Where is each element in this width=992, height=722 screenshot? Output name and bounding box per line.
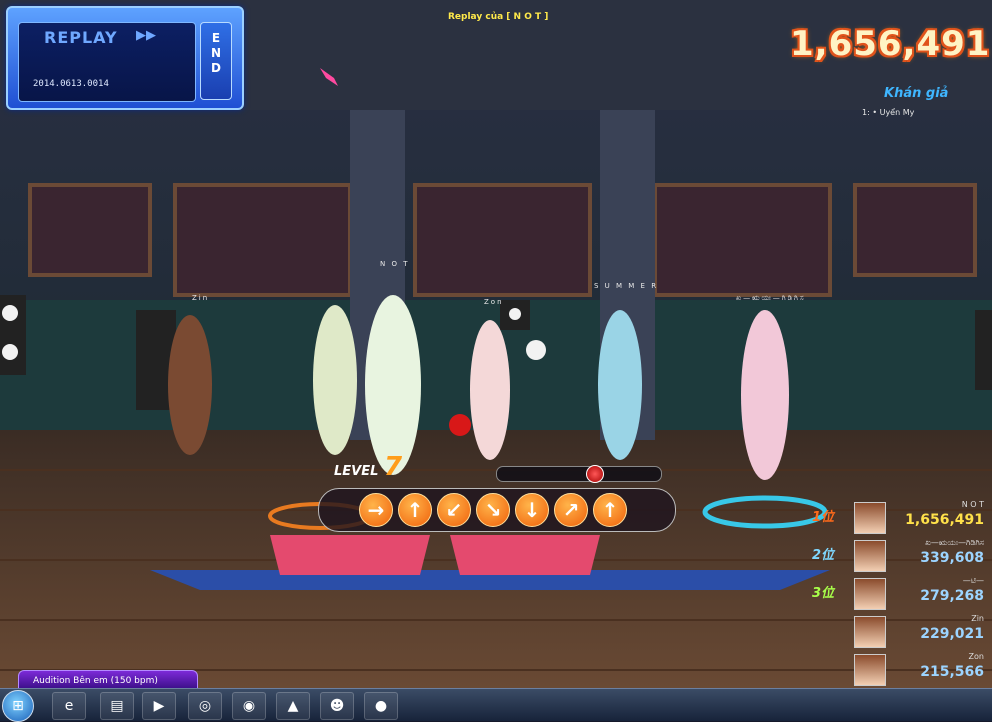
audition-icon[interactable]: ▲: [276, 692, 310, 720]
ie-icon[interactable]: e: [52, 692, 86, 720]
arrow-key-5: ↓: [515, 493, 549, 527]
player-avatar: [854, 654, 886, 686]
arrow-key-4: ↘: [476, 493, 510, 527]
arrow-key-2: ↑: [398, 493, 432, 527]
song-tooltip: Audition Bên em (150 bpm): [18, 670, 198, 690]
player-tag-zin: Zin: [192, 294, 210, 302]
app-icon[interactable]: ◎: [188, 692, 222, 720]
rank-player-score: 229,021: [920, 626, 984, 642]
rank-player-name: ಖ—ಋಯಃ—ಗಿಡಿಗಿಸ: [925, 538, 984, 547]
taskbar: ⊞ e ▤ ▶ ◎ ◉ ▲ ☻ ●: [0, 688, 992, 722]
ranking-row: 2位 ಖ—ಋಯಃ—ಗಿಡಿಗಿಸ 339,608: [808, 538, 992, 574]
arrow-key-6: ↗: [554, 493, 588, 527]
avatar-app-icon[interactable]: ☻: [320, 692, 354, 720]
arrow-key-3: ↙: [437, 493, 471, 527]
audience-item: 1: • Uyển My: [862, 108, 915, 117]
end-letter-e: E: [211, 31, 221, 45]
total-score: 1,656,491: [790, 24, 991, 64]
level-label: LEVEL: [334, 464, 379, 479]
player-avatar: [854, 616, 886, 648]
player-avatar: [854, 540, 886, 572]
rank-player-score: 1,656,491: [905, 512, 984, 528]
windows-start-icon[interactable]: ⊞: [2, 690, 34, 722]
ranking-row: 1位 N O T 1,656,491: [808, 500, 992, 536]
chrome-icon[interactable]: ◉: [232, 692, 266, 720]
player-tag-5: ಖ—ಋಯಃ—ಗಿಡಿಗಿಸ: [736, 294, 806, 302]
player-tag-summer: S U M M E R: [594, 282, 659, 290]
song-progress-knob: [585, 465, 604, 483]
replay-panel: 2014.0613.0014 REPLAY ▶▶ E N D: [6, 6, 244, 110]
rank-badge: 2位: [812, 548, 835, 563]
rank-player-score: 279,268: [920, 588, 984, 604]
explorer-icon[interactable]: ▤: [100, 692, 134, 720]
end-letter-n: N: [210, 46, 222, 60]
player-avatar: [854, 502, 886, 534]
rank-player-name: N O T: [961, 500, 984, 509]
rank-player-name: Zin: [971, 614, 984, 623]
rank-player-score: 215,566: [920, 664, 984, 680]
player-avatar: [854, 578, 886, 610]
rank-player-score: 339,608: [920, 550, 984, 566]
level-value: 7: [384, 452, 403, 482]
rank-player-name: Zon: [968, 652, 984, 661]
arrow-key-1: →: [359, 493, 393, 527]
replay-date: 2014.0613.0014: [33, 79, 109, 89]
song-progress-bar: [496, 465, 662, 483]
end-letter-d: D: [211, 61, 221, 75]
player-tag-not: N O T: [380, 260, 410, 268]
ranking-row: Zon 215,566: [808, 652, 992, 688]
audience-title: Khán giả: [884, 86, 949, 101]
rank-badge: 1位: [812, 510, 835, 525]
arrow-key-track: → ↑ ↙ ↘ ↓ ↗ ↑: [318, 488, 676, 532]
player-tag-zon: Zon: [484, 298, 504, 306]
play-icon: ▶▶: [136, 28, 156, 43]
rank-player-name: —ಟಿ—: [962, 576, 984, 585]
replay-title: REPLAY: [44, 28, 118, 47]
ranking-row: 3位 —ಟಿ— 279,268: [808, 576, 992, 612]
ranking-row: Zin 229,021: [808, 614, 992, 650]
arrow-key-7: ↑: [593, 493, 627, 527]
media-player-icon[interactable]: ▶: [142, 692, 176, 720]
record-icon[interactable]: ●: [364, 692, 398, 720]
end-button[interactable]: E N D: [200, 22, 232, 100]
rank-badge: 3位: [812, 586, 835, 601]
replay-owner-label: Replay của [ N O T ]: [448, 12, 549, 22]
